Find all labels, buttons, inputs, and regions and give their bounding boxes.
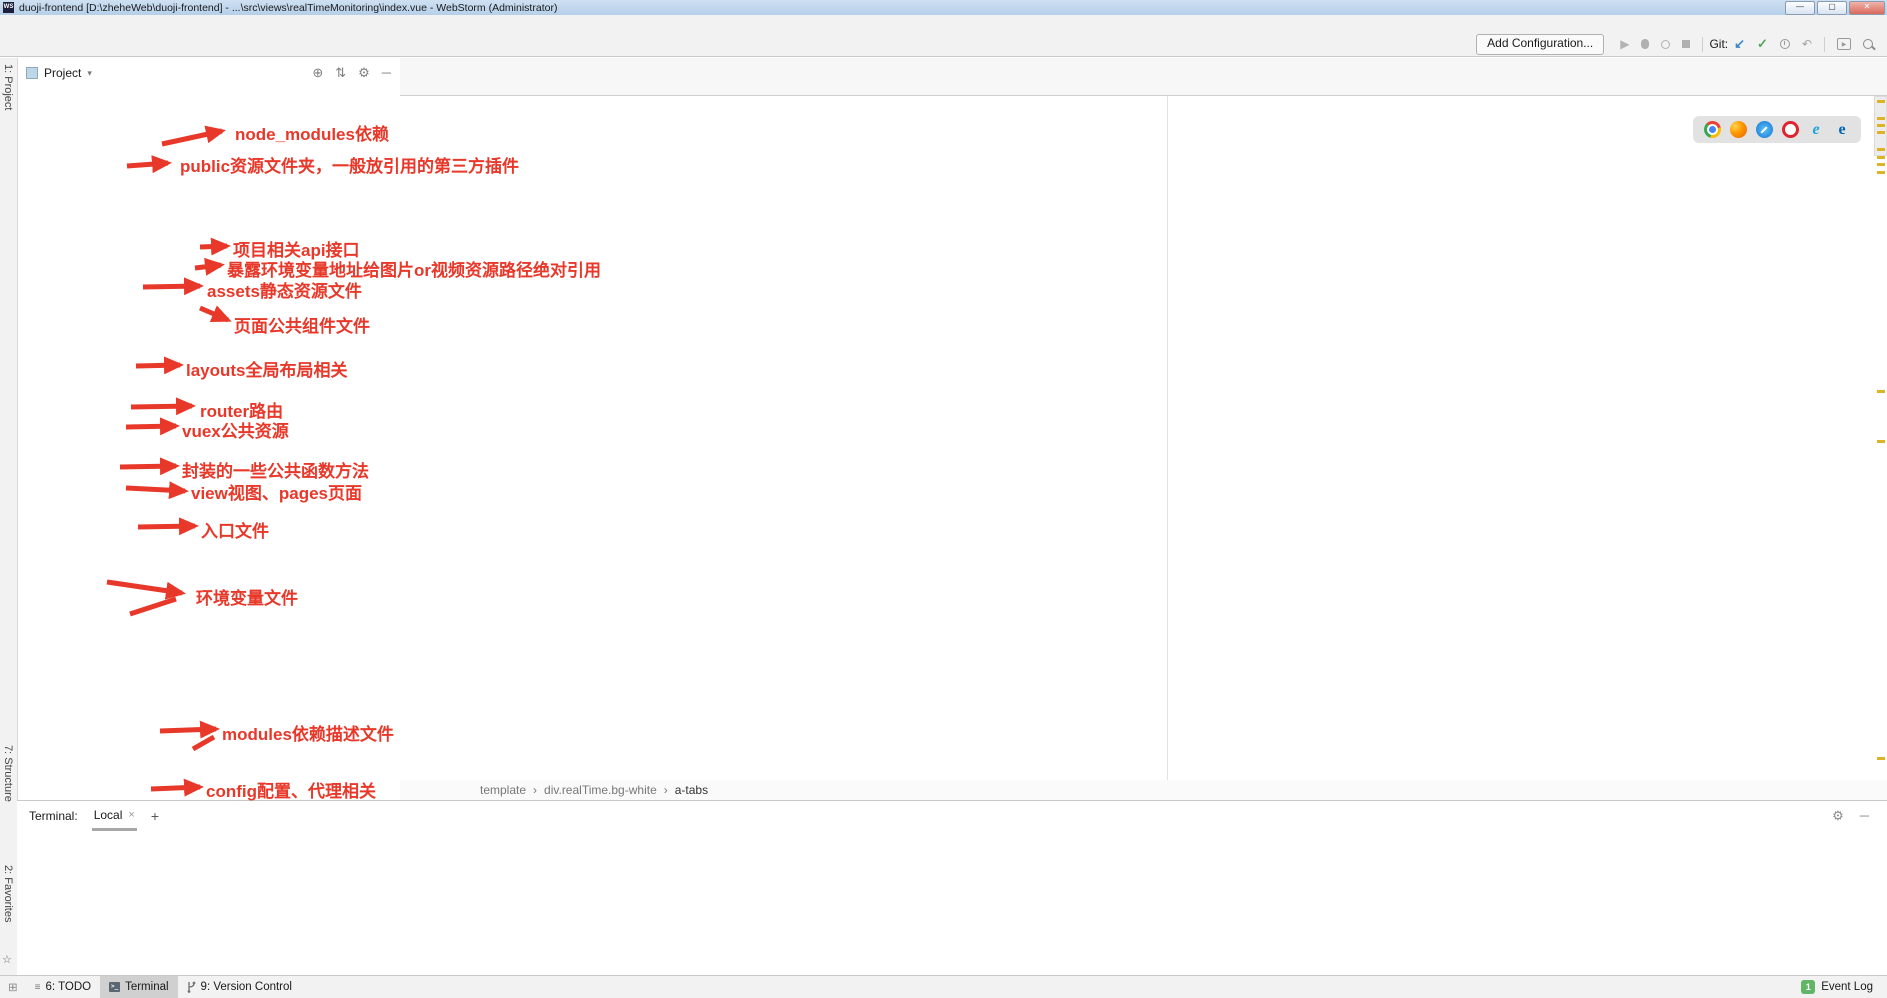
- terminal-output[interactable]: [17, 831, 1887, 839]
- right-margin-guide: [1167, 96, 1168, 780]
- editor: e e template› div.realTime.bg-white› a-t…: [400, 58, 1887, 800]
- minimize-button[interactable]: —: [1785, 1, 1815, 15]
- terminal-settings-icon[interactable]: ⚙: [1832, 808, 1844, 824]
- scrollbar-mark: [1877, 117, 1885, 120]
- toolwindow-project-tab[interactable]: 1: Project: [2, 64, 14, 110]
- scrollbar-mark: [1877, 171, 1885, 174]
- scrollbar-mark: [1877, 440, 1885, 443]
- breadcrumb-template[interactable]: template: [480, 783, 526, 797]
- run-anything-icon[interactable]: ▶: [1837, 38, 1851, 50]
- safari-icon[interactable]: [1756, 121, 1773, 138]
- scrollbar-mark: [1877, 131, 1885, 134]
- todo-list-icon: ≡: [35, 982, 41, 993]
- edge-icon[interactable]: e: [1834, 121, 1851, 138]
- left-tool-strip: 1: Project 7: Structure 2: Favorites ☆: [0, 58, 18, 975]
- hide-panel-icon[interactable]: ─: [382, 65, 391, 81]
- project-panel-title[interactable]: Project: [44, 66, 81, 80]
- statusbar-todo[interactable]: ≡ 6: TODO: [26, 976, 100, 998]
- editor-breadcrumb: template› div.realTime.bg-white› a-tabs: [400, 780, 1887, 800]
- chevron-down-icon[interactable]: ▾: [87, 68, 92, 79]
- scrollbar-mark: [1877, 390, 1885, 393]
- breadcrumb-a-tabs[interactable]: a-tabs: [675, 783, 708, 797]
- statusbar-event-log[interactable]: 1 Event Log: [1801, 980, 1887, 994]
- main-toolbar: Add Configuration... ▶ Git: ↙ ✓ ↶ ▶: [0, 32, 1887, 57]
- scrollbar-mark: [1877, 757, 1885, 760]
- ie-icon[interactable]: e: [1808, 121, 1825, 138]
- project-panel-header: Project ▾ ⊕ ⇅ ⚙ ─: [18, 58, 399, 88]
- history-icon[interactable]: [1780, 39, 1790, 49]
- statusbar-version-control[interactable]: 9: Version Control: [178, 976, 301, 998]
- toolwindow-switcher-icon[interactable]: ⊞: [8, 980, 18, 994]
- breadcrumb-div[interactable]: div.realTime.bg-white: [544, 783, 657, 797]
- run-icon[interactable]: ▶: [1620, 37, 1629, 51]
- scrollbar-mark: [1877, 148, 1885, 151]
- locate-icon[interactable]: ⊕: [312, 65, 323, 81]
- opera-icon[interactable]: [1782, 121, 1799, 138]
- favorites-star-icon: ☆: [2, 953, 12, 966]
- status-bar: ⊞ ≡ 6: TODO >_ Terminal 9: Version Contr…: [0, 975, 1887, 998]
- add-configuration-button[interactable]: Add Configuration...: [1476, 34, 1604, 55]
- statusbar-terminal[interactable]: >_ Terminal: [100, 976, 177, 998]
- chrome-icon[interactable]: [1704, 121, 1721, 138]
- git-update-icon[interactable]: ↙: [1734, 36, 1745, 52]
- close-icon: ×: [128, 809, 134, 821]
- toolwindow-favorites-tab[interactable]: 2: Favorites: [2, 865, 14, 922]
- branch-icon: [187, 981, 196, 993]
- coverage-icon[interactable]: [1661, 40, 1670, 49]
- collapse-all-icon[interactable]: ⇅: [335, 65, 346, 81]
- menu-bar: [0, 15, 1887, 32]
- editor-tab-strip: [400, 58, 1887, 96]
- toolwindow-structure-tab[interactable]: 7: Structure: [2, 745, 14, 802]
- terminal-tab-local[interactable]: Local×: [92, 802, 137, 831]
- close-button[interactable]: ✕: [1849, 1, 1885, 15]
- firefox-icon[interactable]: [1730, 121, 1747, 138]
- terminal-panel: Terminal: Local× + ⚙ ─: [17, 800, 1887, 975]
- maximize-button[interactable]: ▢: [1817, 1, 1847, 15]
- browser-preview-popup: e e: [1693, 116, 1861, 143]
- terminal-hide-icon[interactable]: ─: [1860, 808, 1869, 824]
- event-count-badge: 1: [1801, 980, 1815, 994]
- scrollbar-mark: [1877, 124, 1885, 127]
- new-terminal-icon[interactable]: +: [151, 808, 159, 824]
- terminal-label: Terminal:: [29, 809, 78, 823]
- terminal-icon: >_: [109, 982, 120, 992]
- project-pane-icon: [26, 67, 38, 79]
- title-bar: WS duoji-frontend [D:\zheheWeb\duoji-fro…: [0, 0, 1887, 15]
- git-commit-icon[interactable]: ✓: [1757, 36, 1768, 52]
- webstorm-logo-icon: WS: [3, 2, 14, 13]
- scrollbar-mark: [1877, 156, 1885, 159]
- search-everywhere-icon[interactable]: [1863, 39, 1873, 49]
- git-label: Git:: [1709, 37, 1728, 51]
- scrollbar-mark: [1877, 163, 1885, 166]
- terminal-header: Terminal: Local× + ⚙ ─: [17, 801, 1887, 831]
- rollback-icon[interactable]: ↶: [1802, 37, 1812, 51]
- scrollbar-mark: [1877, 100, 1885, 103]
- stop-icon[interactable]: [1682, 40, 1690, 48]
- gear-icon[interactable]: ⚙: [358, 65, 370, 81]
- window-title: duoji-frontend [D:\zheheWeb\duoji-fronte…: [19, 2, 557, 14]
- project-panel: Project ▾ ⊕ ⇅ ⚙ ─: [18, 58, 399, 800]
- debug-icon[interactable]: [1641, 39, 1649, 49]
